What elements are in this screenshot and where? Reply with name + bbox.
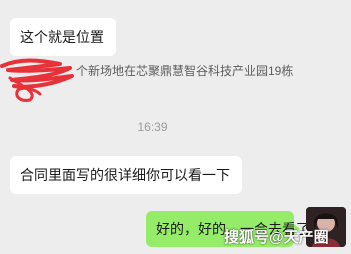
message-text: 合同里面写的很详细你可以看一下 <box>20 167 230 183</box>
location-address[interactable]: 个新场地在芯聚鼎慧智谷科技产业园19栋 <box>76 62 293 79</box>
message-bubble-incoming[interactable]: 这个就是位置 <box>10 18 116 56</box>
red-scribble-redaction <box>0 58 74 102</box>
message-bubble-incoming[interactable]: 合同里面写的很详细你可以看一下 <box>10 156 242 194</box>
timestamp: 16:39 <box>137 120 168 134</box>
watermark-text: 搜狐号@天产圈 <box>224 229 329 246</box>
message-text: 这个就是位置 <box>20 29 104 45</box>
